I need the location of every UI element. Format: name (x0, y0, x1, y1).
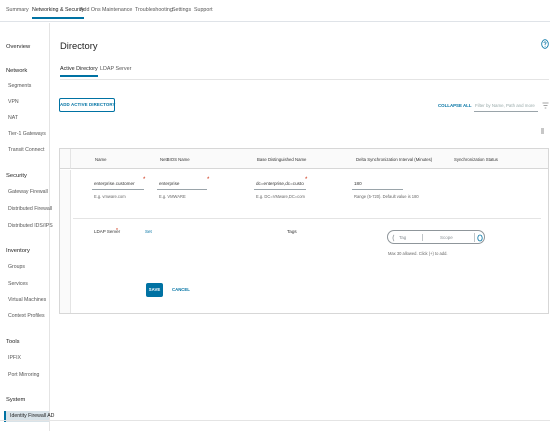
sidebar-section-inventory: Inventory (6, 248, 30, 254)
filter-placeholder: Filter by Name, Path and more (475, 103, 535, 108)
sidebar-item-port-mirroring[interactable]: Port Mirroring (8, 372, 39, 378)
sidebar-section-network: Network (6, 68, 28, 74)
tab-summary[interactable]: Summary (6, 7, 29, 13)
tab-support[interactable]: Support (194, 7, 213, 13)
ldap-server-required-marker: * (116, 228, 118, 234)
sidebar-item-distributed-ids-ips[interactable]: Distributed IDS/IPS (8, 223, 53, 229)
save-button[interactable]: SAVE (146, 283, 163, 297)
column-header-netbios-name: NetBIOS Name (160, 157, 190, 162)
page-title: Directory (60, 40, 98, 51)
scope-placeholder[interactable]: Scope (440, 235, 453, 240)
base-dn-field-value: dc=enterprise,dc=custo (256, 181, 304, 186)
scrollbar-thumb[interactable] (541, 128, 544, 134)
sidebar-item-context-profiles[interactable]: Context Profiles (8, 313, 45, 319)
name-required-marker: * (143, 177, 146, 183)
row-expand-cell (60, 170, 71, 313)
sidebar-item-groups[interactable]: Groups (8, 264, 25, 270)
subtab-ldap-server[interactable]: LDAP Server (100, 66, 131, 72)
sidebar-item-transit-connect[interactable]: Transit Connect (8, 147, 44, 153)
sidebar-item-nat[interactable]: NAT (8, 115, 18, 121)
tag-icon (392, 234, 395, 242)
base-dn-field[interactable]: dc=enterprise,dc=custo (254, 177, 306, 190)
tab-maintenance[interactable]: Maintenance (102, 7, 132, 13)
subtab-active-directory[interactable]: Active Directory (60, 66, 98, 77)
base-dn-required-marker: * (305, 177, 308, 183)
column-header-name: Name (95, 157, 107, 162)
netbios-required-marker: * (207, 177, 210, 183)
tags-hint: Max 30 allowed. Click (+) to add. (388, 251, 448, 256)
netbios-name-field-value: enterprise (159, 181, 180, 186)
name-field-value: enterprise.customer (94, 181, 135, 186)
tag-scope-input[interactable]: Tag Scope (387, 230, 485, 244)
sidebar-section-system: System (6, 397, 26, 403)
base-dn-hint: E.g. DC=VMware,DC=com (256, 194, 305, 199)
row-divider (73, 218, 541, 219)
delta-sync-interval-field[interactable]: 180 (352, 177, 403, 190)
sidebar-section-security: Security (6, 173, 27, 179)
main-content: Directory Active Directory LDAP Server A… (51, 23, 550, 431)
grid-header: Name NetBIOS Name Base Distinguished Nam… (60, 149, 548, 169)
collapse-all-link[interactable]: COLLAPSE ALL (438, 103, 472, 108)
cancel-button[interactable]: CANCEL (172, 287, 190, 292)
top-navigation: Summary Networking & Security Add Ons Ma… (0, 0, 550, 22)
ldap-server-set-link[interactable]: Set (145, 229, 152, 234)
sidebar-item-overview[interactable]: Overview (6, 44, 30, 50)
filter-input[interactable]: Filter by Name, Path and more (474, 101, 538, 112)
tag-scope-separator (422, 234, 423, 241)
netbios-hint: E.g. VMWARE (159, 194, 186, 199)
sidebar-item-tier1-gateways[interactable]: Tier-1 Gateways (8, 131, 46, 137)
tags-label: Tags (287, 229, 297, 234)
netbios-name-field[interactable]: enterprise (157, 177, 207, 190)
column-header-sync-status: Synchronization Status (454, 157, 498, 162)
sidebar-item-gateway-firewall[interactable]: Gateway Firewall (8, 189, 48, 195)
add-tag-icon[interactable] (477, 234, 483, 242)
sidebar-item-virtual-machines[interactable]: Virtual Machines (8, 297, 46, 303)
tab-troubleshooting[interactable]: Troubleshooting (135, 7, 173, 13)
delta-sync-hint: Range (5-720). Default value is 180 (354, 194, 419, 199)
sidebar-section-tools: Tools (6, 339, 20, 345)
subtabs-divider (60, 79, 549, 80)
sidebar: Overview Network Segments VPN NAT Tier-1… (0, 23, 54, 431)
delta-sync-interval-value: 180 (354, 181, 362, 186)
tab-add-ons[interactable]: Add Ons (80, 7, 101, 13)
tab-settings[interactable]: Settings (172, 7, 191, 13)
help-icon[interactable] (541, 39, 549, 49)
name-field[interactable]: enterprise.customer (92, 177, 144, 190)
column-header-delta-sync: Delta Synchronization Interval (Minutes) (356, 157, 433, 162)
tag-placeholder[interactable]: Tag (399, 235, 406, 240)
name-hint: E.g. vmware.com (94, 194, 126, 199)
column-header-base-dn: Base Distinguished Name (257, 157, 307, 162)
sidebar-item-segments[interactable]: Segments (8, 83, 31, 89)
sidebar-item-vpn[interactable]: VPN (8, 99, 19, 105)
tab-networking-security[interactable]: Networking & Security (32, 7, 85, 19)
grid-header-control-cell (60, 149, 71, 169)
filter-icon[interactable] (542, 102, 549, 109)
bottom-divider (0, 420, 550, 421)
sidebar-item-ipfix[interactable]: IPFIX (8, 355, 21, 361)
add-tag-separator (474, 233, 475, 242)
sidebar-item-distributed-firewall[interactable]: Distributed Firewall (8, 206, 52, 212)
sidebar-item-services[interactable]: Services (8, 281, 28, 287)
add-active-directory-button[interactable]: ADD ACTIVE DIRECTORY (59, 98, 115, 112)
